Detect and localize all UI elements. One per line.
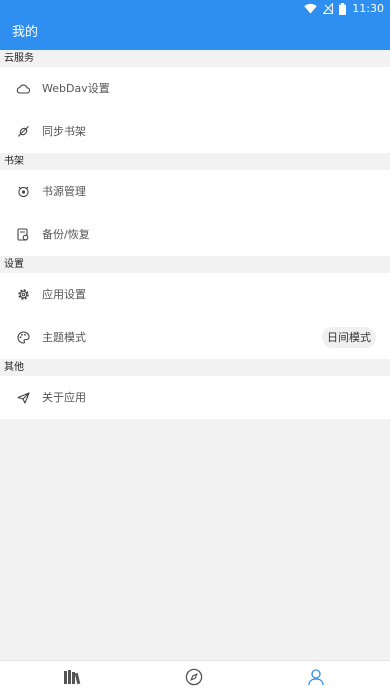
wifi-icon [304,3,317,14]
menu-item-label: 应用设置 [42,287,86,301]
menu-item-backup-restore[interactable]: 备份/恢复 [0,213,390,256]
backup-icon [16,228,30,242]
section-header-other: 其他 [0,359,390,376]
nav-discover[interactable] [184,667,204,687]
gear-icon [16,288,30,302]
menu-item-label: 主题模式 [42,330,86,344]
signal-icon [323,3,334,14]
section-header-bookshelf: 书架 [0,153,390,170]
menu-item-label: 同步书架 [42,124,86,138]
compass-icon [185,668,203,686]
bookshelf-icon [64,670,81,685]
menu-item-about[interactable]: 关于应用 [0,376,390,419]
page-title: 我的 [12,25,39,40]
menu-item-webdav[interactable]: WebDav设置 [0,67,390,110]
status-time: 11:30 [352,2,384,15]
settings-list: 云服务 WebDav设置 同步书架 书架 书源管理 备份/恢复 设置 应用设置 … [0,50,390,419]
menu-item-label: 关于应用 [42,390,86,404]
nav-bookshelf[interactable] [62,667,82,687]
sync-icon [16,125,30,139]
section-header-cloud: 云服务 [0,50,390,67]
menu-item-label: 备份/恢复 [42,227,90,241]
section-header-settings: 设置 [0,256,390,273]
menu-item-label: 书源管理 [42,184,86,198]
menu-item-sync-bookshelf[interactable]: 同步书架 [0,110,390,153]
send-icon [16,391,30,405]
cloud-icon [16,82,30,96]
nav-profile[interactable] [306,667,326,687]
book-source-icon [16,185,30,199]
palette-icon [16,331,30,345]
battery-icon [339,2,347,15]
menu-item-book-source[interactable]: 书源管理 [0,170,390,213]
bottom-navigation [0,660,390,694]
menu-item-theme-mode[interactable]: 主题模式 日间模式 [0,316,390,359]
menu-item-app-settings[interactable]: 应用设置 [0,273,390,316]
app-bar: 我的 [0,17,390,50]
status-bar: 11:30 [0,0,390,17]
profile-icon [308,669,324,686]
menu-item-label: WebDav设置 [42,81,110,95]
theme-mode-value[interactable]: 日间模式 [322,327,376,348]
